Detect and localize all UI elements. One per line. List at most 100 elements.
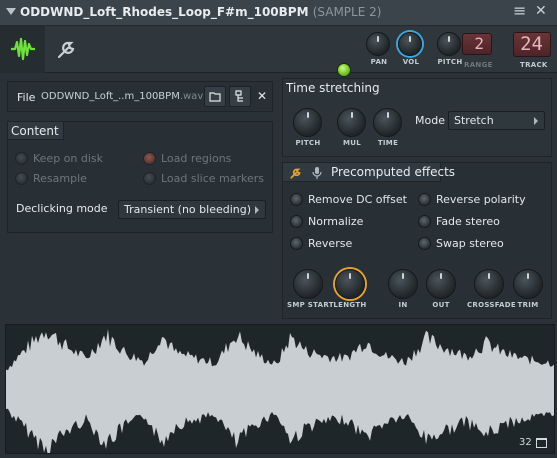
window-options-icon[interactable]: ≡	[513, 1, 526, 20]
sample-waveform-display[interactable]	[5, 324, 555, 456]
file-tree-icon	[235, 90, 243, 102]
smp-start-group: SMP START	[287, 269, 334, 309]
waveform-snap-icon[interactable]	[536, 438, 547, 448]
declicking-mode-value: Transient (no bleeding)	[124, 203, 252, 216]
pitch-knob-group: PITCH	[437, 32, 463, 66]
range-label: RANGE	[464, 61, 493, 69]
close-icon: ✕	[256, 89, 268, 103]
stretch-mode-select[interactable]: Stretch	[448, 111, 545, 130]
chevron-right-icon	[255, 206, 259, 214]
folder-icon	[209, 92, 221, 102]
clear-file-button[interactable]: ✕	[251, 86, 273, 107]
reverse-polarity-option[interactable]: Reverse polarity	[418, 193, 526, 206]
reverse-option[interactable]: Reverse	[290, 237, 352, 250]
stretch-mul-group: MUL	[336, 108, 368, 147]
stretch-time-knob[interactable]	[373, 108, 402, 137]
tab-sample[interactable]	[0, 26, 45, 73]
keep-on-disk-label: Keep on disk	[33, 152, 104, 165]
load-regions-radio	[143, 152, 156, 165]
fade-in-knob[interactable]	[388, 269, 418, 299]
fade-in-group: IN	[387, 269, 419, 309]
waveform-icon	[11, 37, 35, 61]
declicking-mode-select[interactable]: Transient (no bleeding)	[118, 200, 266, 219]
swap-stereo-option[interactable]: Swap stereo	[418, 237, 504, 250]
pitch-label: PITCH	[437, 58, 463, 66]
keep-on-disk-option[interactable]: Keep on disk	[15, 152, 103, 165]
stretch-pitch-group: PITCH	[292, 108, 324, 147]
reverse-polarity-label: Reverse polarity	[436, 193, 526, 206]
crossfade-group: CROSSFADE	[467, 269, 516, 309]
open-folder-button[interactable]	[204, 86, 226, 107]
chevron-right-icon	[534, 117, 538, 125]
stretch-mul-knob[interactable]	[337, 108, 366, 137]
smp-start-knob[interactable]	[293, 269, 323, 299]
pitch-range-counter[interactable]: 2	[462, 33, 492, 55]
title-bar: ODDWND_Loft_Rhodes_Loop_F#m_100BPM (SAMP…	[0, 0, 557, 26]
load-slice-markers-radio	[143, 172, 156, 185]
normalize-label: Normalize	[308, 215, 364, 228]
wrench-icon	[57, 41, 75, 59]
close-icon[interactable]: ✕	[535, 3, 547, 19]
length-knob[interactable]	[335, 269, 365, 299]
load-slice-markers-option[interactable]: Load slice markers	[143, 172, 264, 185]
remove-dc-offset-option[interactable]: Remove DC offset	[290, 193, 407, 206]
stretch-pitch-knob[interactable]	[293, 108, 322, 137]
pan-label: PAN	[370, 58, 388, 66]
load-regions-option[interactable]: Load regions	[143, 152, 231, 165]
fade-out-group: OUT	[425, 269, 457, 309]
stretch-mul-label: MUL	[342, 139, 361, 147]
normalize-option[interactable]: Normalize	[290, 215, 363, 228]
channel-on-led[interactable]	[337, 63, 351, 77]
vol-knob-group: VOL	[398, 32, 424, 66]
pan-knob[interactable]	[366, 32, 390, 56]
length-label: LENGTH	[333, 301, 367, 309]
remove-dc-offset-label: Remove DC offset	[308, 193, 407, 206]
resample-option[interactable]: Resample	[15, 172, 87, 185]
precomputed-effects-panel: Precomputed effects Remove DC offset Nor…	[282, 162, 552, 319]
time-stretching-title: Time stretching	[286, 81, 380, 95]
file-extension: .wav	[179, 91, 204, 102]
reverse-label: Reverse	[308, 237, 353, 250]
fade-stereo-radio	[418, 215, 431, 228]
trim-group: TRIM	[512, 269, 544, 309]
trim-knob[interactable]	[513, 269, 543, 299]
load-regions-label: Load regions	[161, 152, 232, 165]
track-label: TRACK	[520, 61, 548, 69]
window-title-text: ODDWND_Loft_Rhodes_Loop_F#m_100BPM	[20, 5, 309, 19]
mixer-track-counter[interactable]: 24	[513, 32, 551, 57]
trim-label: TRIM	[517, 301, 539, 309]
smp-start-label: SMP START	[287, 301, 334, 309]
file-row: File ODDWND_Loft_..m_100BPM.wav ✕	[7, 81, 273, 112]
load-slice-markers-label: Load slice markers	[161, 172, 265, 185]
time-stretching-panel: Time stretching PITCH MUL TIME Mode Stre…	[282, 78, 552, 157]
crossfade-label: CROSSFADE	[467, 301, 516, 309]
channel-toolbar: ON PAN VOL PITCH 2 RANGE 24 TRACK	[0, 26, 557, 95]
pitch-knob[interactable]	[437, 32, 461, 56]
stretch-pitch-label: PITCH	[295, 139, 321, 147]
window-menu-arrow-icon[interactable]	[6, 8, 16, 15]
tab-settings[interactable]	[45, 26, 90, 73]
swap-stereo-label: Swap stereo	[436, 237, 504, 250]
microphone-icon[interactable]	[312, 166, 322, 180]
volume-knob[interactable]	[398, 32, 422, 56]
fade-stereo-option[interactable]: Fade stereo	[418, 215, 500, 228]
crossfade-knob[interactable]	[474, 269, 504, 299]
pan-knob-group: PAN	[366, 32, 392, 66]
swap-stereo-radio	[418, 237, 431, 250]
declicking-mode-label: Declicking mode	[16, 202, 108, 215]
length-group: LENGTH	[332, 269, 368, 309]
fade-out-knob[interactable]	[426, 269, 456, 299]
window-title: ODDWND_Loft_Rhodes_Loop_F#m_100BPM (SAMP…	[20, 5, 381, 19]
remove-dc-offset-radio	[290, 193, 303, 206]
reverse-polarity-radio	[418, 193, 431, 206]
stretch-time-group: TIME	[372, 108, 404, 147]
content-title: Content	[11, 124, 59, 138]
resample-radio	[15, 172, 28, 185]
fade-out-label: OUT	[432, 301, 450, 309]
wrench-icon[interactable]	[289, 166, 303, 180]
waveform-zoom-count: 32	[519, 437, 532, 448]
fade-in-label: IN	[398, 301, 408, 309]
file-name: ODDWND_Loft_..m_100BPM.wav	[41, 91, 206, 102]
locate-file-button[interactable]	[229, 86, 251, 107]
content-panel: Content Keep on disk Resample Load regio…	[7, 121, 273, 233]
